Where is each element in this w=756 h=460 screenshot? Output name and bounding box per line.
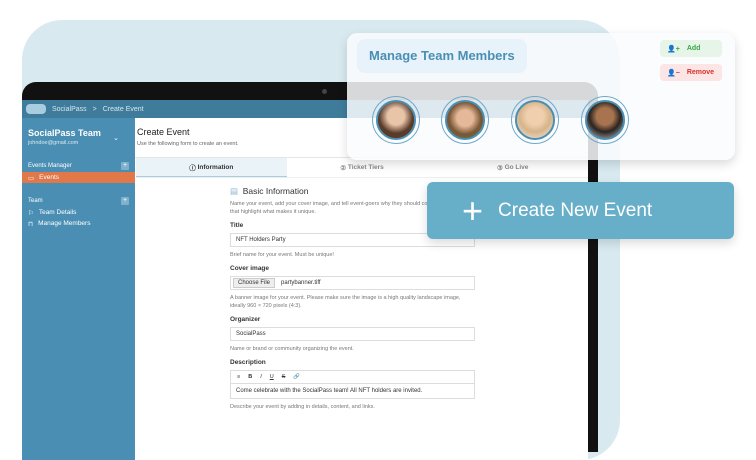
- title-help: Brief name for your event. Must be uniqu…: [230, 252, 334, 258]
- description-help: Describe your event by adding in details…: [230, 404, 375, 410]
- sidebar-item-label: Events: [39, 174, 60, 181]
- avatar[interactable]: [511, 96, 559, 144]
- underline-icon[interactable]: U: [270, 374, 274, 380]
- tab-label: Go Live: [504, 164, 529, 171]
- sidebar-item-label: Manage Members: [38, 220, 91, 227]
- sidebar-item-label: Team Details: [38, 209, 77, 216]
- main-content: Create Event Use the following form to c…: [135, 118, 588, 460]
- user-minus-icon: 👤−: [667, 69, 680, 77]
- add-member-button[interactable]: 👤+ Add: [660, 40, 722, 57]
- cover-label: Cover image: [230, 265, 270, 272]
- editor-toolbar: ≡ B I U S 🔗: [230, 370, 475, 383]
- sidebar-item-manage-members[interactable]: ⊓ Manage Members: [22, 218, 135, 229]
- breadcrumb-app[interactable]: SocialPass: [52, 106, 87, 113]
- avatar[interactable]: [372, 96, 420, 144]
- strike-icon[interactable]: S: [282, 374, 286, 380]
- avatar[interactable]: [441, 96, 489, 144]
- bold-icon[interactable]: B: [248, 374, 252, 380]
- add-label: Add: [686, 45, 701, 52]
- lock-icon: ⊓: [28, 220, 34, 228]
- sidebar-item-events[interactable]: ▭ Events: [22, 172, 135, 183]
- add-event-icon[interactable]: +: [121, 162, 129, 170]
- calendar-icon: ▭: [28, 174, 35, 182]
- socialpass-logo: [26, 104, 46, 114]
- file-name: partybanner.tiff: [281, 280, 321, 286]
- tab-label: Ticket Tiers: [347, 164, 384, 171]
- flag-icon: ⚐: [28, 209, 34, 217]
- step-tabs: ⓘ Information ② Ticket Tiers ③ Go Live: [136, 158, 588, 178]
- italic-icon[interactable]: I: [260, 374, 262, 380]
- description-input[interactable]: Come celebrate with the SocialPass team!…: [230, 383, 475, 399]
- remove-member-button[interactable]: 👤− Remove: [660, 64, 722, 81]
- tab-label: Information: [197, 163, 234, 171]
- breadcrumb-page: Create Event: [102, 105, 144, 113]
- organizer-label: Organizer: [230, 316, 261, 323]
- organizer-help: Name or brand or community organizing th…: [230, 346, 354, 352]
- user-plus-icon: 👤+: [667, 45, 680, 53]
- breadcrumb-separator: >: [92, 105, 97, 113]
- team-label: Team: [28, 198, 43, 204]
- chevron-down-icon[interactable]: ⌄: [113, 134, 119, 142]
- team-card-title: Manage Team Members: [357, 39, 527, 73]
- link-icon[interactable]: 🔗: [293, 374, 300, 380]
- document-icon: ▤: [230, 186, 239, 196]
- tab-go-live[interactable]: ③ Go Live: [437, 158, 588, 177]
- create-new-event-button[interactable]: + Create New Event: [427, 182, 734, 239]
- choose-file-button[interactable]: Choose File: [233, 278, 276, 288]
- cover-file-input[interactable]: Choose File partybanner.tiff: [230, 276, 475, 290]
- add-team-icon[interactable]: +: [121, 197, 129, 205]
- avatar[interactable]: [581, 96, 629, 144]
- tab-information[interactable]: ⓘ Information: [136, 158, 287, 177]
- description-label: Description: [230, 359, 266, 366]
- cover-help: A banner image for your event. Please ma…: [230, 295, 461, 309]
- remove-label: Remove: [686, 69, 715, 76]
- camera: [322, 89, 327, 94]
- tab-ticket-tiers[interactable]: ② Ticket Tiers: [287, 158, 438, 177]
- plus-icon: +: [462, 189, 484, 231]
- align-icon[interactable]: ≡: [237, 374, 240, 380]
- organizer-input[interactable]: SocialPass: [230, 327, 475, 341]
- events-manager-label: Events Manager: [28, 163, 72, 169]
- sidebar: SocialPass Team johndoe@gmail.com ⌄ Even…: [22, 118, 135, 460]
- create-label: Create New Event: [498, 199, 653, 221]
- sidebar-item-team-details[interactable]: ⚐ Team Details: [22, 207, 135, 218]
- section-title: Basic Information: [242, 186, 309, 196]
